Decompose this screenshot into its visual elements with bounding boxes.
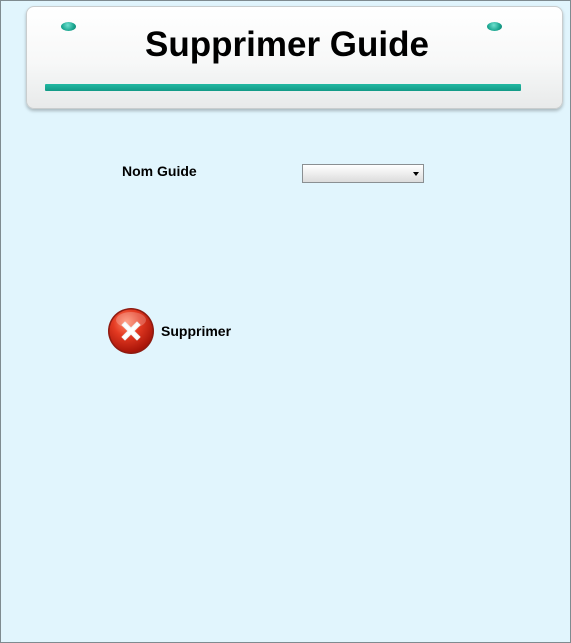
chevron-down-icon[interactable]	[413, 172, 419, 176]
guide-name-label: Nom Guide	[122, 163, 197, 179]
header-panel: Supprimer Guide	[26, 6, 563, 109]
title-underline	[45, 84, 521, 91]
delete-button[interactable]: Supprimer	[107, 306, 231, 356]
close-circle-icon[interactable]	[107, 307, 155, 355]
delete-button-label[interactable]: Supprimer	[161, 323, 231, 339]
window: Supprimer Guide Nom Guide Supprimer	[0, 0, 571, 643]
page-title: Supprimer Guide	[145, 25, 429, 64]
guide-name-select[interactable]	[302, 164, 424, 183]
